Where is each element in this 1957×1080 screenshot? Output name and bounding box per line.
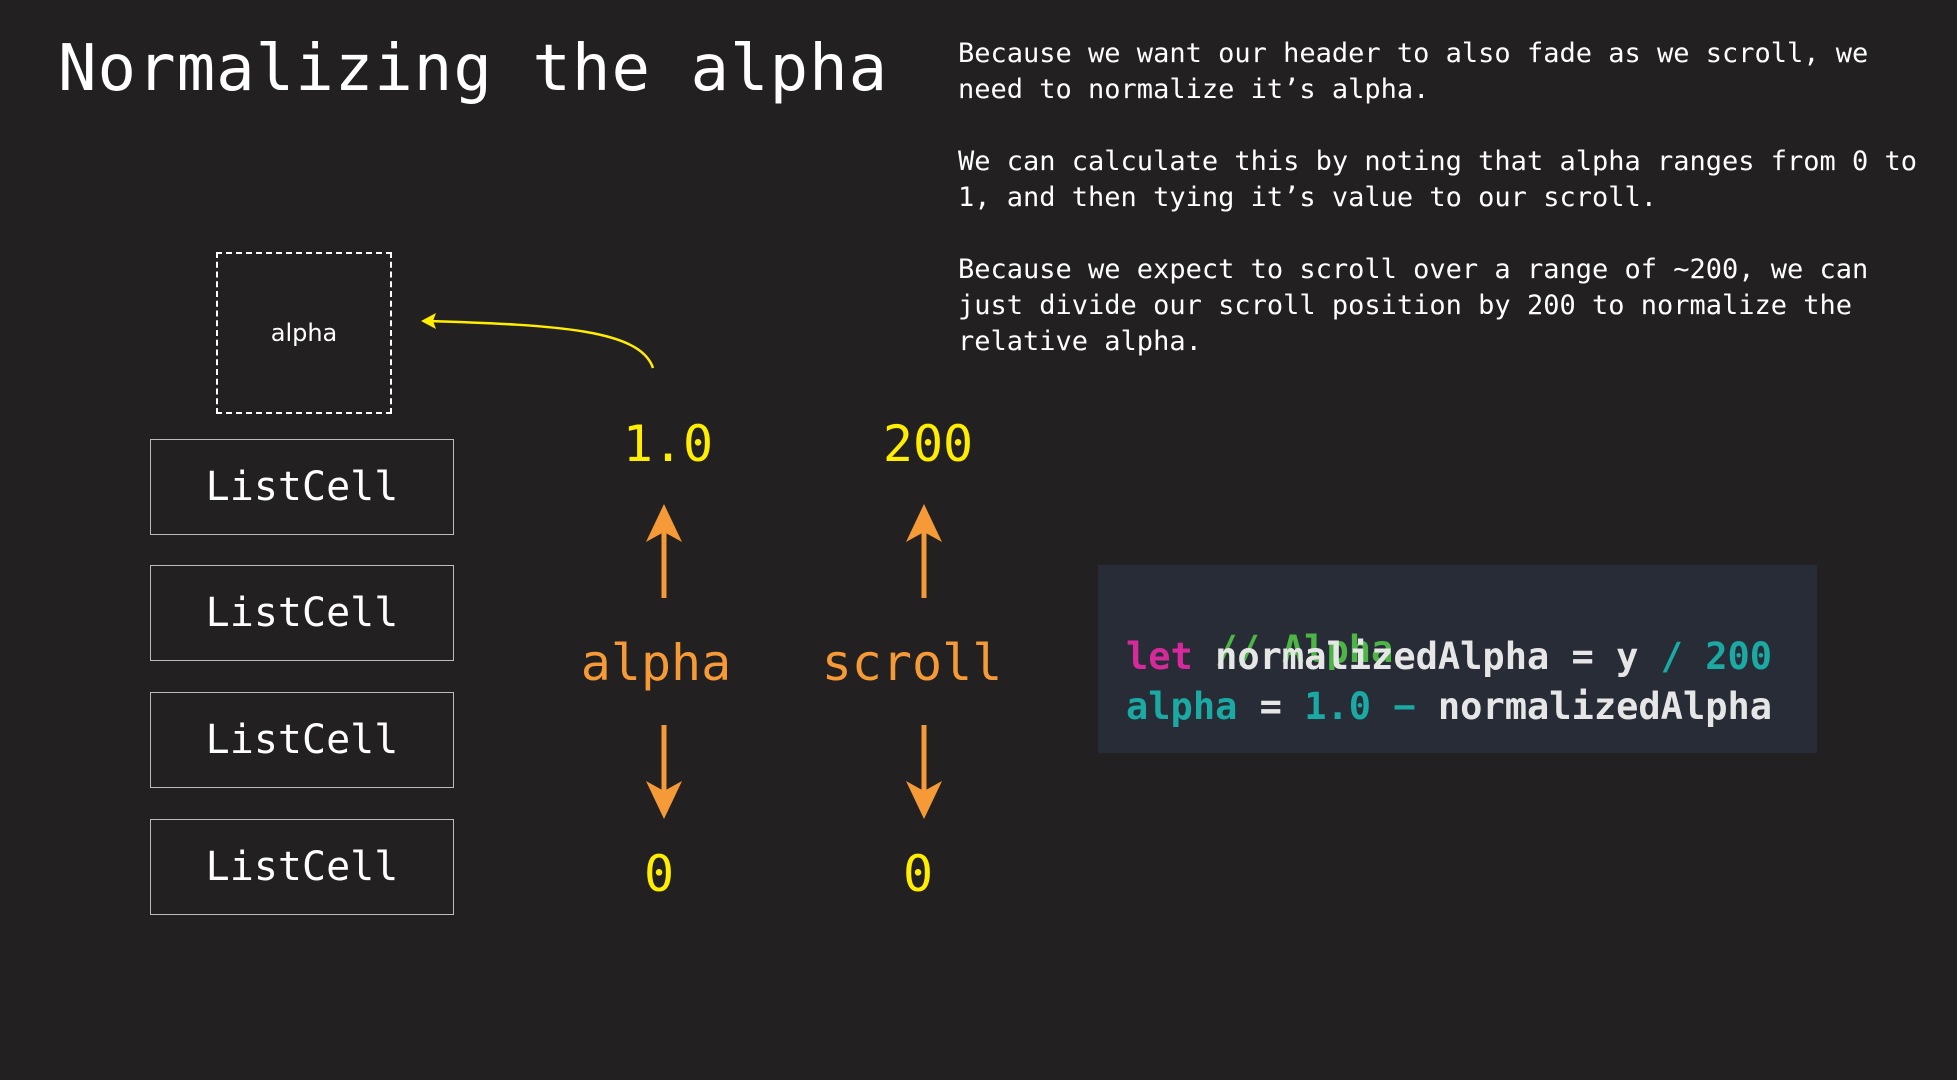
curved-arrow [421,313,655,369]
code-operator: = [1259,685,1282,728]
code-identifier: alpha [1126,685,1238,728]
alpha-down-arrow [646,725,682,819]
code-block: // Alpha let normalizedAlpha = y / 200 a… [1098,565,1817,753]
code-operator: − [1393,685,1416,728]
scroll-down-arrow [906,725,942,819]
code-identifier: y [1616,635,1639,678]
code-identifier: normalizedAlpha [1215,635,1550,678]
code-line: alpha = 1.0 − normalizedAlpha [1126,685,1772,728]
arrows-layer [421,313,942,819]
scroll-up-arrow [906,504,942,598]
code-identifier: normalizedAlpha [1437,685,1773,728]
code-operator: / [1660,635,1683,678]
code-number: 200 [1705,635,1773,678]
code-line: let normalizedAlpha = y / 200 [1126,635,1772,678]
alpha-up-arrow [646,504,682,598]
code-operator: = [1571,635,1594,678]
code-keyword: let [1126,635,1193,678]
code-number: 1.0 [1304,685,1372,728]
